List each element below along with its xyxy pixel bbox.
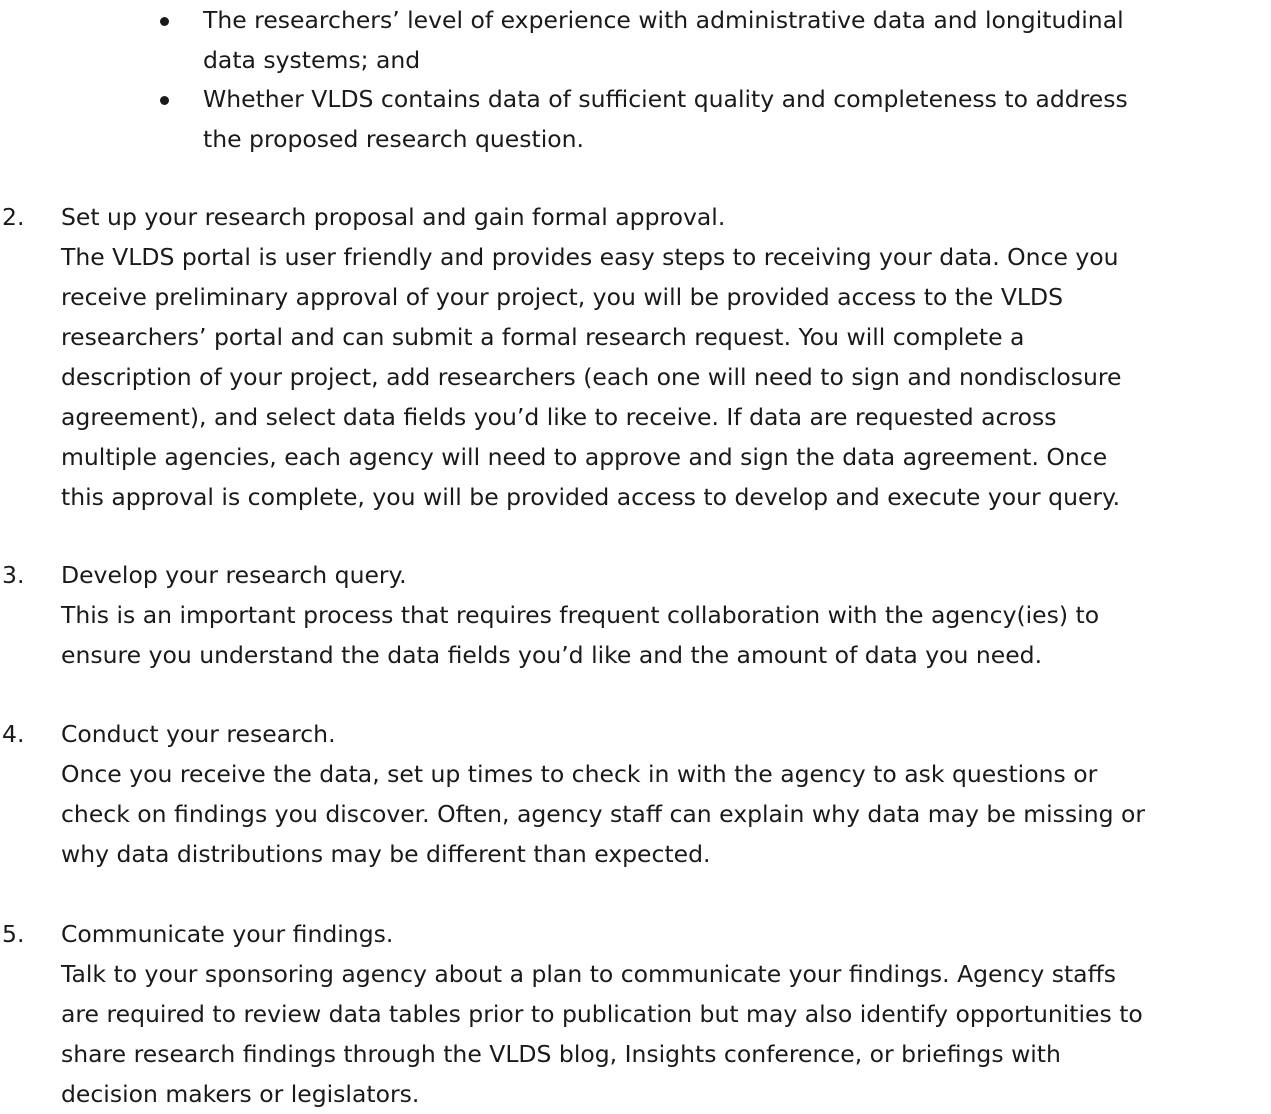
step-heading: Develop your research query. [61, 561, 407, 589]
document-page: The researchers’ level of experience wit… [0, 0, 1271, 1108]
step-number: 2. [2, 203, 25, 231]
bullet-dot-icon [160, 96, 169, 105]
bullet-text: Whether VLDS contains data of sufficient… [203, 85, 1128, 153]
bullet-text: The researchers’ level of experience wit… [203, 6, 1124, 74]
step-body: This is an important process that requir… [61, 601, 1100, 669]
step-number: 3. [2, 561, 25, 589]
step-heading: Communicate your findings. [61, 920, 394, 948]
step-number: 5. [2, 920, 25, 948]
step-body: Talk to your sponsoring agency about a p… [61, 960, 1143, 1108]
step-heading: Set up your research proposal and gain f… [61, 203, 726, 231]
bullet-dot-icon [160, 17, 169, 26]
step-body: Once you receive the data, set up times … [61, 760, 1146, 868]
step-number: 4. [2, 720, 25, 748]
step-body: The VLDS portal is user friendly and pro… [61, 243, 1122, 511]
step-heading: Conduct your research. [61, 720, 336, 748]
